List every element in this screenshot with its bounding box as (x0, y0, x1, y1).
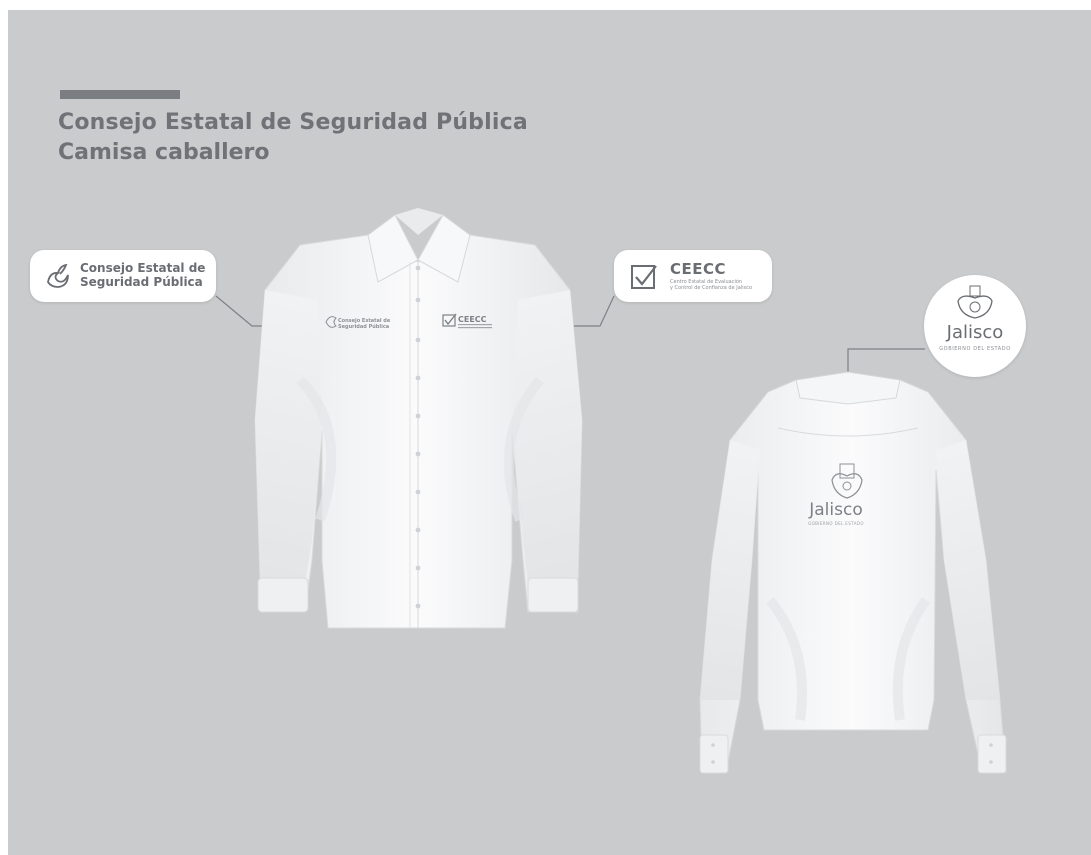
consejo-callout-line1: Consejo Estatal de (80, 261, 206, 275)
ceecc-callout-name: CEECC (670, 260, 727, 278)
front-ceecc-print-name: CEECC (458, 315, 487, 324)
jalisco-badge-subtitle: GOBIERNO DEL ESTADO (939, 346, 1011, 352)
back-jalisco-print-subtitle: GOBIERNO DEL ESTADO (808, 521, 864, 526)
jalisco-badge-name: Jalisco (946, 322, 1004, 343)
consejo-logo-callout: Consejo Estatal de Seguridad Pública (30, 250, 216, 302)
ceecc-callout-sub-line2: y Control de Confianza de Jalisco (670, 285, 752, 291)
front-consejo-print: Consejo Estatal de Seguridad Pública (338, 318, 390, 330)
jalisco-logo-badge: Jalisco GOBIERNO DEL ESTADO (924, 275, 1026, 377)
consejo-callout-line2: Seguridad Pública (80, 275, 203, 289)
dove-logo-icon (47, 263, 69, 288)
consejo-callout-text: Consejo Estatal de Seguridad Pública (80, 261, 205, 289)
back-shirt (699, 371, 1007, 774)
ceecc-logo-callout: CEECC Centro Estatal de Evaluación y Con… (614, 250, 772, 302)
checkmark-box-icon (631, 265, 657, 289)
front-consejo-print-line2: Seguridad Pública (338, 324, 390, 330)
shirt-illustrations (215, 208, 1007, 774)
coat-of-arms-crest-icon (957, 285, 993, 319)
ceecc-callout-subtitle: Centro Estatal de Evaluación y Control d… (670, 279, 752, 291)
back-jalisco-print-name: Jalisco (809, 500, 863, 520)
front-shirt (254, 208, 583, 629)
